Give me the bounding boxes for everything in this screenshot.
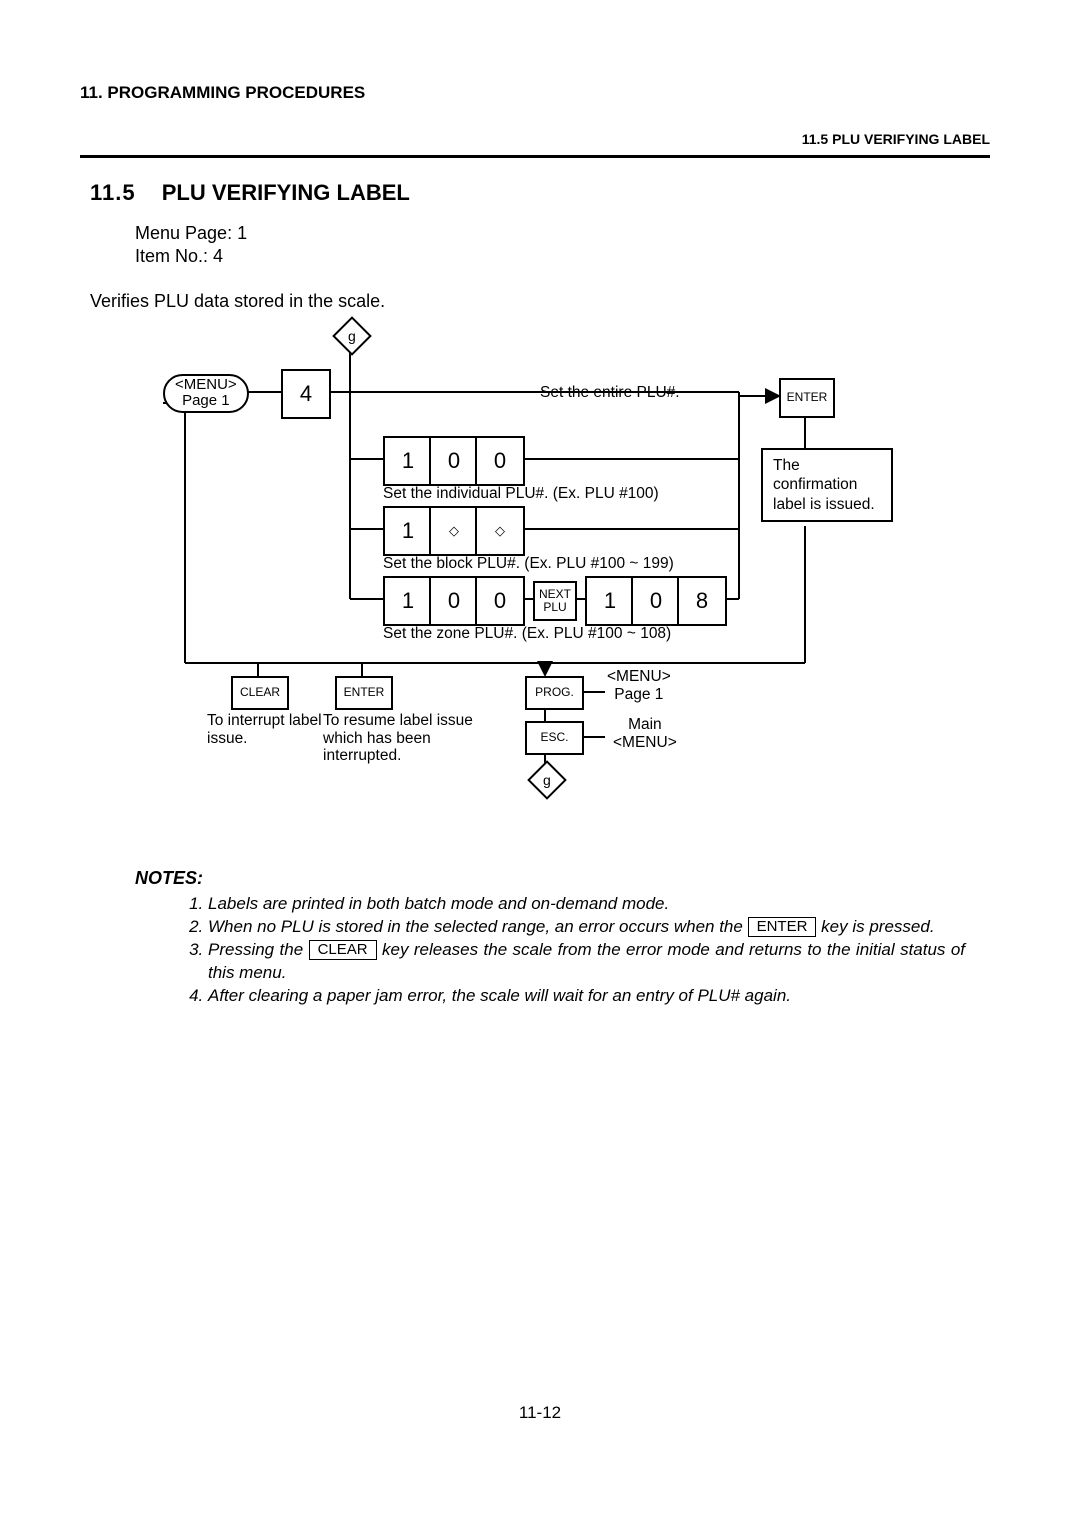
row2-label: Set the individual PLU#. (Ex. PLU #100) — [383, 485, 659, 503]
enter-inline-key: ENTER — [748, 917, 817, 938]
esc-key[interactable]: ESC. — [525, 721, 584, 755]
section-number: 11.5 — [90, 180, 136, 205]
enter-key-2[interactable]: ENTER — [335, 676, 393, 710]
prog-label: <MENU> Page 1 — [607, 668, 671, 704]
note-2-pre: When no PLU is stored in the selected ra… — [208, 917, 743, 936]
key-1-a[interactable]: 1 — [383, 436, 433, 486]
confirmation-box: The confirmation label is issued. — [761, 448, 893, 522]
chapter-header: 11. PROGRAMMING PROCEDURES — [80, 83, 990, 103]
clear-note: To interrupt label issue. — [207, 712, 327, 748]
enter2-note: To resume label issue which has been int… — [323, 712, 513, 765]
key-1-b[interactable]: 1 — [383, 506, 433, 556]
esc-label: Main <MENU> — [613, 716, 677, 752]
section-meta: Menu Page: 1 Item No.: 4 — [135, 222, 990, 269]
key-1-c[interactable]: 1 — [383, 576, 433, 626]
section-heading: 11.5 PLU VERIFYING LABEL — [90, 180, 990, 206]
section-title: PLU VERIFYING LABEL — [162, 180, 410, 205]
key-0-a1[interactable]: 0 — [429, 436, 479, 486]
menu-page-pill: <MENU> Page 1 — [163, 374, 249, 413]
key-0-c2[interactable]: 0 — [475, 576, 525, 626]
key-diamond-1[interactable]: ◇ — [429, 506, 479, 556]
divider — [80, 155, 990, 158]
clear-inline-key: CLEAR — [309, 940, 377, 961]
key-8-d[interactable]: 8 — [677, 576, 727, 626]
row1-label: Set the entire PLU#. — [540, 384, 680, 402]
note-3: Pressing the CLEAR key releases the scal… — [208, 939, 965, 985]
note-3-pre: Pressing the — [208, 940, 303, 959]
prog-key[interactable]: PROG. — [525, 676, 584, 710]
note-2-post: key is pressed. — [821, 917, 934, 936]
section-description: Verifies PLU data stored in the scale. — [90, 291, 990, 312]
row3-label: Set the block PLU#. (Ex. PLU #100 ~ 199) — [383, 555, 674, 573]
note-2: When no PLU is stored in the selected ra… — [208, 916, 965, 939]
next-plu-key[interactable]: NEXT PLU — [533, 581, 577, 621]
header-corner: 11.5 PLU VERIFYING LABEL — [80, 131, 990, 147]
item-no-line: Item No.: 4 — [135, 245, 990, 268]
key-diamond-2[interactable]: ◇ — [475, 506, 525, 556]
key-0-c1[interactable]: 0 — [429, 576, 479, 626]
page-number: 11-12 — [0, 1403, 1080, 1423]
key-1-d[interactable]: 1 — [585, 576, 635, 626]
key-0-a2[interactable]: 0 — [475, 436, 525, 486]
notes-heading: NOTES: — [135, 868, 990, 889]
note-1: Labels are printed in both batch mode an… — [208, 893, 965, 916]
clear-key[interactable]: CLEAR — [231, 676, 289, 710]
key-4[interactable]: 4 — [281, 369, 331, 419]
key-0-d[interactable]: 0 — [631, 576, 681, 626]
enter-key[interactable]: ENTER — [779, 378, 835, 418]
note-4: After clearing a paper jam error, the sc… — [208, 985, 965, 1008]
row4-label: Set the zone PLU#. (Ex. PLU #100 ~ 108) — [383, 625, 671, 643]
menu-page-line: Menu Page: 1 — [135, 222, 990, 245]
notes-list: Labels are printed in both batch mode an… — [168, 893, 965, 1008]
flow-diagram: g <MENU> Page 1 4 Set the entire PLU#. 1… — [125, 318, 915, 798]
